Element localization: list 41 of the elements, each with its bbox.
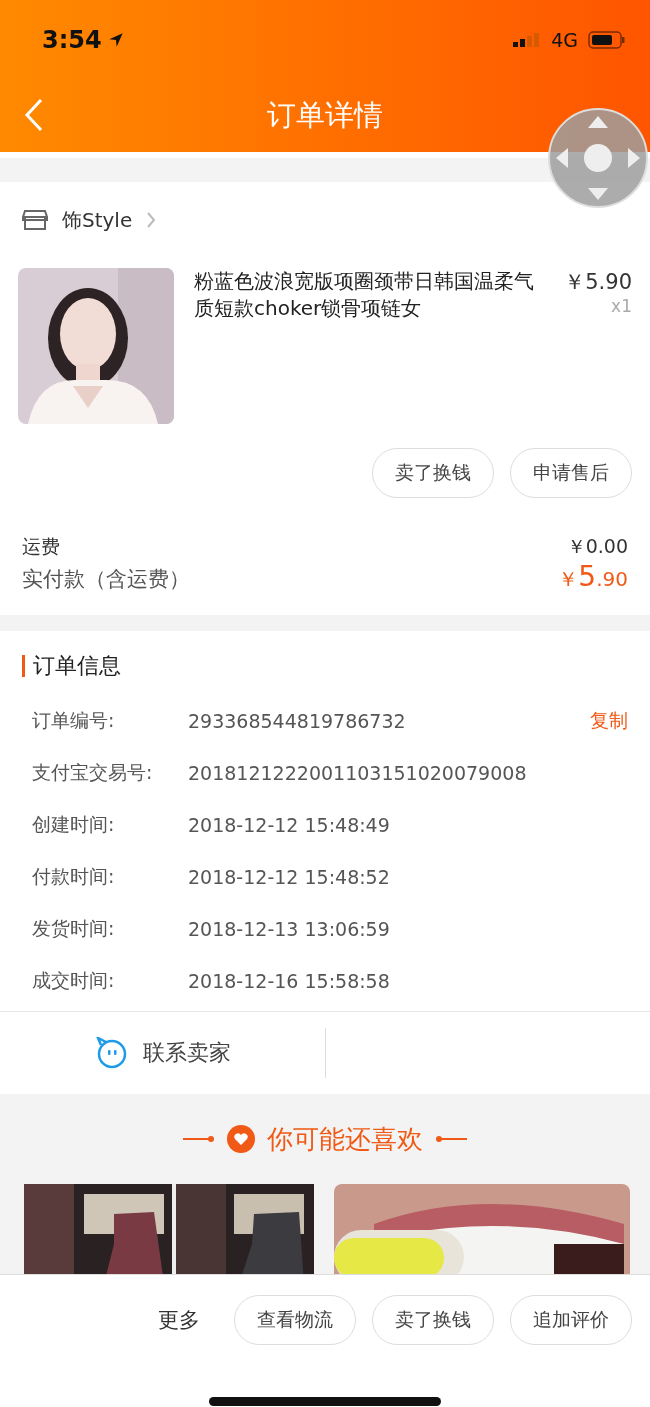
chat-face-icon — [94, 1037, 129, 1069]
more-button[interactable]: 更多 — [158, 1306, 200, 1334]
info-label: 发货时间: — [32, 916, 116, 941]
product-title[interactable]: 粉蓝色波浪宽版项圈颈带日韩国温柔气质短款choker锁骨项链女 — [194, 268, 549, 424]
product-price: ￥5.90 — [564, 269, 632, 296]
product-quantity: x1 — [611, 296, 632, 316]
signal-icon — [513, 33, 542, 47]
action-button[interactable]: 卖了换钱 — [372, 1295, 494, 1345]
chevron-right-icon — [146, 211, 157, 229]
store-name[interactable]: 饰Style — [62, 206, 133, 234]
action-button[interactable]: 查看物流 — [234, 1295, 356, 1345]
info-label: 支付宝交易号: — [32, 760, 154, 785]
info-label: 创建时间: — [32, 812, 116, 837]
battery-icon — [588, 31, 626, 49]
info-value: 2018-12-12 15:48:49 — [188, 814, 391, 836]
info-value: 2018-12-16 15:58:58 — [188, 970, 391, 992]
store-icon — [22, 209, 48, 231]
info-value: 293368544819786732 — [188, 710, 407, 732]
arrow-line-icon — [183, 1135, 215, 1143]
action-button[interactable]: 卖了换钱 — [372, 448, 494, 498]
info-value: 2018-12-12 15:48:52 — [188, 866, 391, 888]
action-button[interactable]: 追加评价 — [510, 1295, 632, 1345]
section-title: 你可能还喜欢 — [267, 1122, 423, 1156]
section-title: 订单信息 — [33, 652, 121, 680]
back-button[interactable] — [24, 98, 44, 132]
info-label: 成交时间: — [32, 968, 116, 993]
contact-seller-button[interactable]: 联系卖家 — [0, 1012, 325, 1094]
info-label: 付款时间: — [32, 864, 116, 889]
arrow-line-icon — [435, 1135, 467, 1143]
fee-value: ￥0.00 — [566, 534, 628, 559]
total-price: ￥5.90 — [558, 560, 628, 593]
info-value: 2018-12-13 13:06:59 — [188, 918, 391, 940]
info-value: 2018121222001103151020079008 — [188, 762, 528, 784]
fee-label: 实付款（含运费） — [22, 566, 190, 593]
network-label: 4G — [551, 29, 578, 51]
status-time: 3:54 — [42, 26, 102, 54]
assistive-touch-icon[interactable] — [548, 108, 648, 208]
info-label: 订单编号: — [32, 708, 116, 733]
fee-label: 运费 — [22, 534, 60, 559]
page-title: 订单详情 — [267, 97, 383, 134]
action-button[interactable]: 申请售后 — [510, 448, 632, 498]
